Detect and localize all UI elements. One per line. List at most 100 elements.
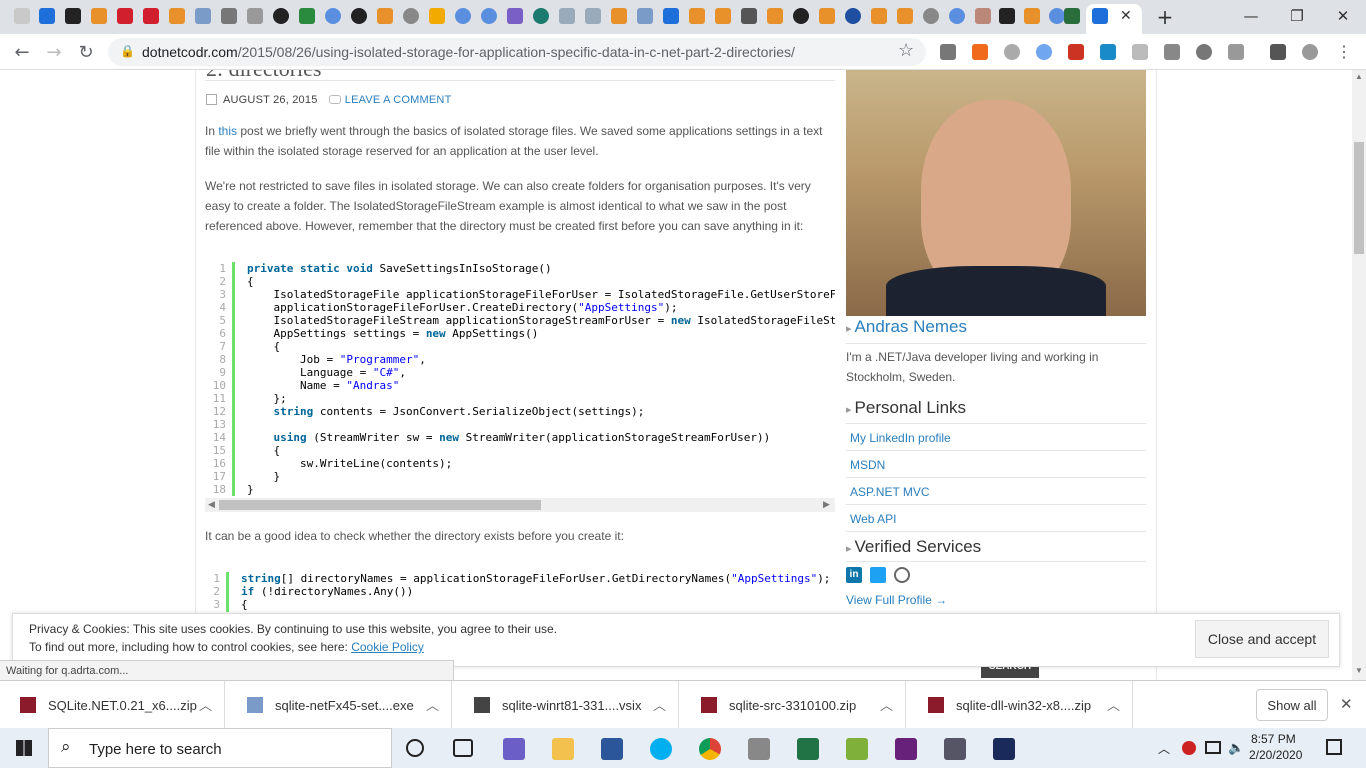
extension-icon[interactable] (1132, 44, 1148, 60)
bookmark-star-icon[interactable]: ☆ (898, 40, 914, 61)
page-vertical-scrollbar[interactable]: ▲ ▼ (1352, 70, 1366, 680)
google-icon[interactable] (1049, 8, 1065, 24)
chevron-up-icon[interactable]: ︿ (653, 695, 666, 714)
new-tab-button[interactable]: + (1152, 4, 1178, 30)
github-icon[interactable] (351, 8, 367, 24)
twitter-icon[interactable] (870, 567, 886, 583)
app-icon[interactable] (503, 738, 525, 760)
author-name[interactable]: ▸ Andras Nemes (846, 317, 967, 337)
chevron-up-icon[interactable]: ︿ (426, 695, 439, 714)
this-post-link[interactable]: this (218, 124, 237, 138)
clock-date[interactable]: 2/20/2020 (1249, 748, 1302, 762)
tab-favicon-icon[interactable] (637, 8, 653, 24)
app-icon[interactable] (944, 738, 966, 760)
code-block-1[interactable]: 1 2 3 4 5 6 7 8 9 10 11 12 13 14 15 16 17 18 private stat… (205, 262, 835, 496)
tab-favicon-icon[interactable] (117, 8, 133, 24)
download-item[interactable]: sqlite-dll-win32-x8....zip ︿ (908, 681, 1133, 729)
close-tab-icon[interactable]: ✕ (1120, 8, 1132, 24)
network-icon[interactable] (1205, 741, 1221, 754)
url-text[interactable]: dotnetcodr.com/2015/08/26/using-isolated… (142, 44, 795, 60)
close-window-icon[interactable]: ✕ (1320, 0, 1366, 32)
code-horizontal-scrollbar[interactable]: ◀ ▶ (205, 498, 835, 512)
tab-favicon-icon[interactable] (429, 8, 445, 24)
excel-icon[interactable] (797, 738, 819, 760)
app-icon[interactable] (993, 738, 1015, 760)
database-icon[interactable] (748, 738, 770, 760)
chevron-up-icon[interactable]: ︿ (880, 695, 893, 714)
extension-icon[interactable] (1164, 44, 1180, 60)
chevron-up-icon[interactable]: ︿ (1107, 695, 1120, 714)
close-and-accept-button[interactable]: Close and accept (1195, 620, 1329, 658)
notepad-plus-icon[interactable] (846, 738, 868, 760)
tab-favicon-icon[interactable] (403, 8, 419, 24)
linkedin-icon[interactable]: in (846, 567, 862, 583)
extension-icon[interactable] (940, 44, 956, 60)
download-item[interactable]: sqlite-netFx45-set....exe ︿ (227, 681, 452, 729)
windows-start-icon[interactable] (16, 740, 32, 756)
tab-favicon-icon[interactable] (247, 8, 263, 24)
tab-favicon-icon[interactable] (377, 8, 393, 24)
code-block-2[interactable]: 123 string[] directoryNames = applicatio… (205, 572, 835, 612)
forward-icon[interactable]: → (42, 40, 66, 64)
skype-icon[interactable] (650, 738, 672, 760)
tab-active[interactable]: ✕ (1086, 4, 1142, 34)
notifications-icon[interactable] (1326, 739, 1342, 755)
tab-favicon-icon[interactable] (143, 8, 159, 24)
volume-icon[interactable]: 🔈 (1228, 740, 1244, 756)
scroll-thumb[interactable] (1354, 142, 1364, 254)
scroll-thumb[interactable] (219, 500, 541, 510)
task-view-icon[interactable] (453, 739, 473, 757)
reload-icon[interactable]: ↻ (74, 40, 98, 64)
close-downloads-icon[interactable]: ✕ (1340, 695, 1353, 713)
download-item[interactable]: sqlite-winrt81-331....vsix ︿ (454, 681, 679, 729)
tab-favicon-icon[interactable] (533, 8, 549, 24)
tab-favicon-icon[interactable] (611, 8, 627, 24)
restore-icon[interactable]: ❐ (1274, 0, 1320, 32)
tab-favicon-icon[interactable] (819, 8, 835, 24)
google-icon[interactable] (455, 8, 471, 24)
media-icon[interactable] (1270, 44, 1286, 60)
tab-favicon-icon[interactable] (91, 8, 107, 24)
cookie-policy-link[interactable]: Cookie Policy (351, 640, 424, 654)
taskbar-search[interactable]: ⌕ Type here to search (48, 728, 392, 768)
tab-favicon-icon[interactable] (585, 8, 601, 24)
tab-favicon-icon[interactable] (221, 8, 237, 24)
tray-app-icon[interactable] (1182, 741, 1196, 755)
tab-favicon-icon[interactable] (195, 8, 211, 24)
tab-favicon-icon[interactable] (39, 8, 55, 24)
download-item[interactable]: SQLite.NET.0.21_x6....zip ︿ (0, 681, 225, 729)
extension-icon[interactable] (1004, 44, 1020, 60)
file-explorer-icon[interactable] (552, 738, 574, 760)
view-full-profile-link[interactable]: View Full Profile → (846, 593, 947, 607)
word-icon[interactable] (601, 738, 623, 760)
extension-icon[interactable] (1036, 44, 1052, 60)
clock-time[interactable]: 8:57 PM (1251, 732, 1296, 746)
leave-comment-link[interactable]: LEAVE A COMMENT (345, 94, 452, 106)
cortana-icon[interactable] (406, 739, 424, 757)
minimize-icon[interactable]: — (1228, 0, 1274, 32)
tab-favicon-icon[interactable] (559, 8, 575, 24)
scroll-left-icon[interactable]: ◀ (208, 499, 215, 510)
github-icon[interactable] (793, 8, 809, 24)
tab-favicon-icon[interactable] (897, 8, 913, 24)
tab-favicon-icon[interactable] (923, 8, 939, 24)
linkedin-profile-link[interactable]: My LinkedIn profile (850, 431, 951, 445)
tab-favicon-icon[interactable] (689, 8, 705, 24)
chrome-icon[interactable] (699, 738, 721, 760)
show-all-button[interactable]: Show all (1256, 689, 1328, 721)
google-icon[interactable] (481, 8, 497, 24)
google-icon[interactable] (325, 8, 341, 24)
menu-icon[interactable]: ⋮ (1336, 42, 1352, 62)
extension-icon[interactable] (1100, 44, 1116, 60)
aspnet-mvc-link[interactable]: ASP.NET MVC (850, 485, 930, 499)
tab-favicon-icon[interactable] (999, 8, 1015, 24)
back-icon[interactable]: ← (10, 40, 34, 64)
extension-icon[interactable] (1228, 44, 1244, 60)
tab-favicon-icon[interactable] (169, 8, 185, 24)
tab-favicon-icon[interactable] (715, 8, 731, 24)
msdn-link[interactable]: MSDN (850, 458, 885, 472)
web-api-link[interactable]: Web API (850, 512, 896, 526)
chevron-up-icon[interactable]: ︿ (199, 695, 212, 714)
github-icon[interactable] (273, 8, 289, 24)
tab-favicon-icon[interactable] (663, 8, 679, 24)
